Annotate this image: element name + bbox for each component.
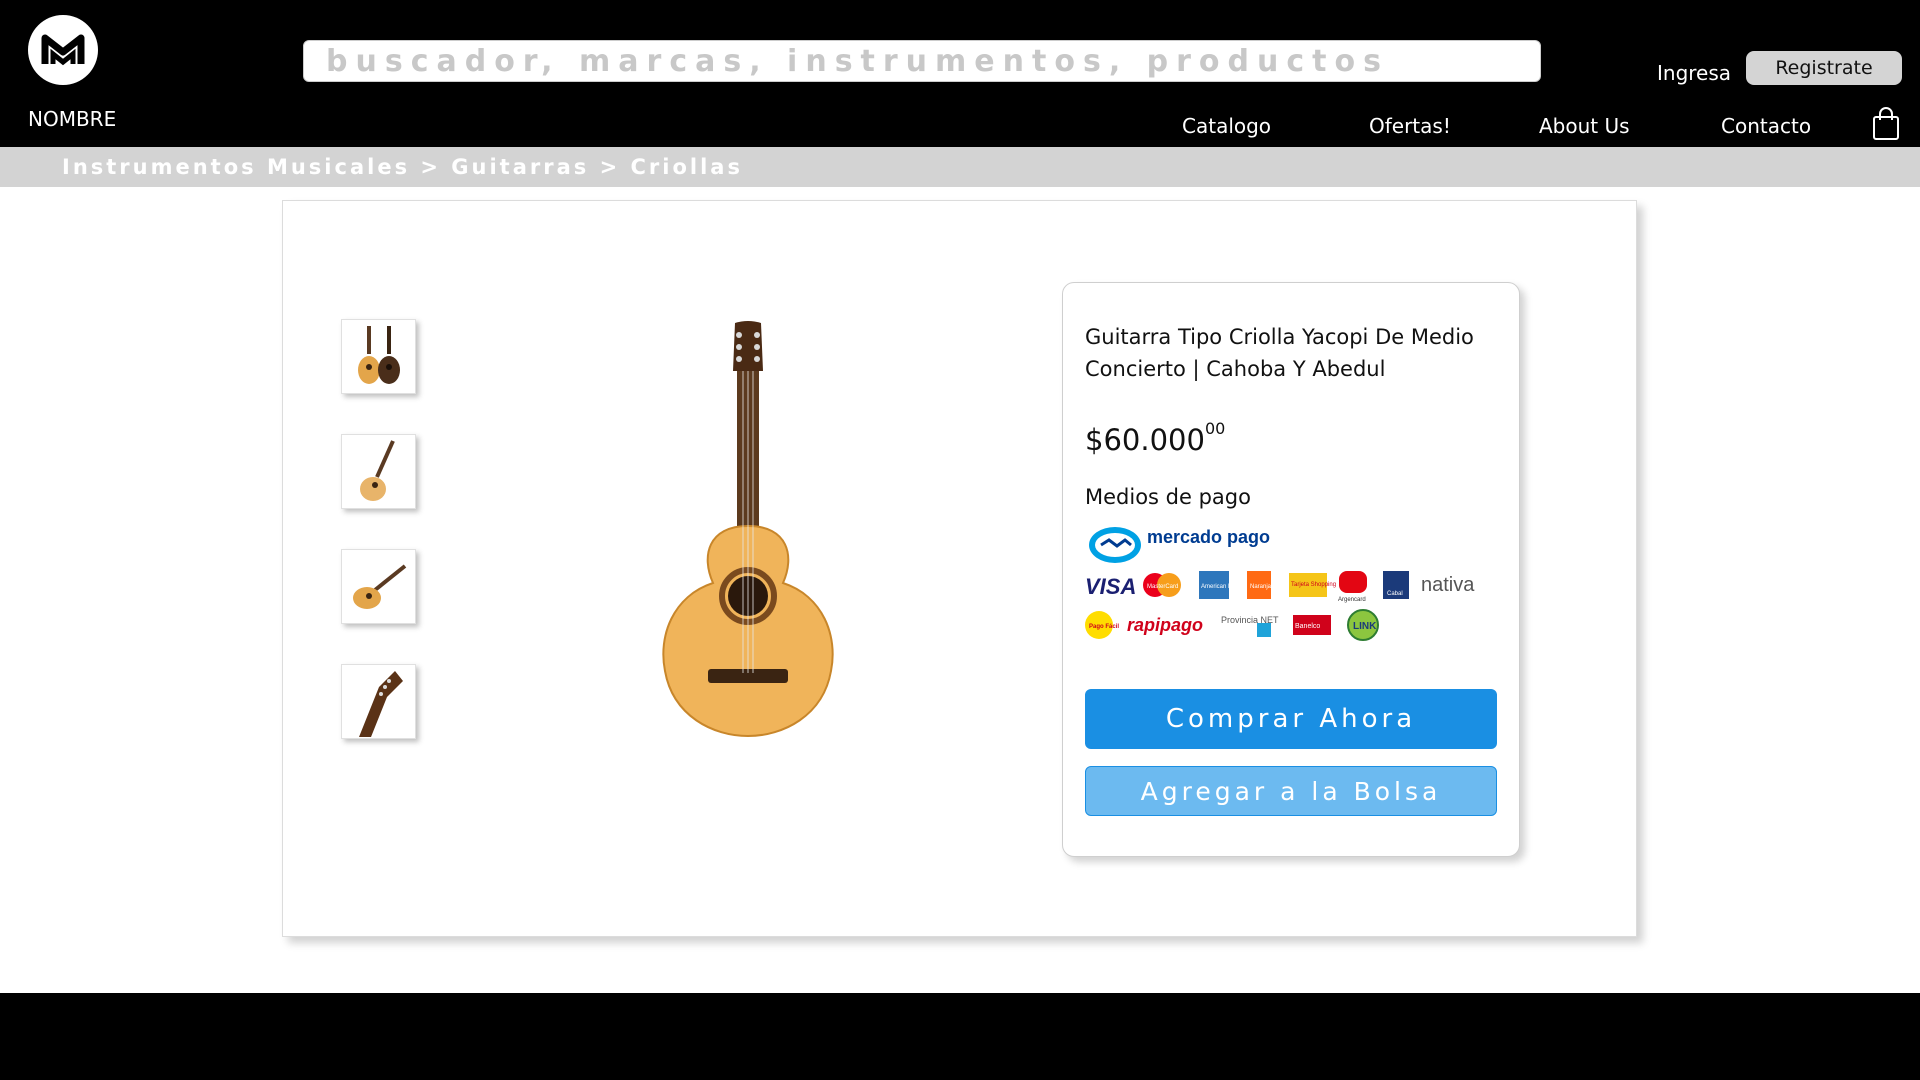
svg-text:MasterCard: MasterCard [1147,584,1178,590]
product-info-panel: Guitarra Tipo Criolla Yacopi De Medio Co… [1062,282,1520,857]
footer [0,993,1920,1080]
svg-text:nativa: nativa [1421,574,1475,596]
nav-about-us[interactable]: About Us [1539,114,1630,138]
svg-text:Tarjeta Shopping: Tarjeta Shopping [1291,582,1336,588]
guitar-side-image [352,563,406,609]
nav-contacto[interactable]: Contacto [1721,114,1811,138]
mastercard-logo: MasterCard [1143,573,1181,597]
breadcrumb: Instrumentos Musicales > Guitarras > Cri… [0,147,1920,187]
svg-text:Banelco: Banelco [1295,623,1320,630]
brand-logo[interactable] [28,15,98,85]
svg-text:Argencard: Argencard [1338,597,1366,603]
product-main-image [662,321,834,738]
search-input[interactable] [304,41,1540,81]
product-card: Guitarra Tipo Criolla Yacopi De Medio Co… [282,200,1637,937]
breadcrumb-text[interactable]: Instrumentos Musicales > Guitarras > Cri… [62,155,743,179]
cabal-logo: Cabal [1383,571,1409,599]
rapipago-logo: rapipago [1127,615,1203,635]
tarjeta-shopping-logo: Tarjeta Shopping [1289,573,1336,597]
banelco-logo: Banelco [1293,615,1331,635]
login-link[interactable]: Ingresa [1657,61,1731,85]
mercadopago-logo: mercado pago [1089,527,1270,563]
thumbnail-3[interactable] [341,549,416,624]
guitar-pair-image [357,325,400,384]
pagofacil-logo: Pago Fácil [1085,611,1119,639]
payment-methods-label: Medios de pago [1085,485,1251,509]
argencard-logo: Argencard [1338,571,1367,603]
svg-text:mercado pago: mercado pago [1147,527,1270,547]
naranja-logo: Naranja [1247,571,1272,599]
guitar-headstock-image [358,670,403,737]
shopping-bag-icon[interactable] [1872,107,1900,141]
top-header: NOMBRE Ingresa Registrate Catalogo Ofert… [0,0,1920,147]
payment-logos: mercado pago VISA MasterCard American Ex… [1085,527,1475,641]
svg-text:rapipago: rapipago [1127,615,1203,635]
svg-text:Naranja: Naranja [1250,584,1272,590]
buy-now-button[interactable]: Comprar Ahora [1085,689,1497,749]
thumbnail-1[interactable] [341,319,416,394]
link-logo: LINK [1347,609,1379,641]
guitar-angle-image [359,439,395,501]
thumbnail-4[interactable] [341,664,416,739]
svg-text:American Express: American Express [1201,584,1250,590]
search-bar[interactable] [303,40,1541,82]
price-main: $60.000 [1085,423,1205,457]
add-to-bag-button[interactable]: Agregar a la Bolsa [1085,766,1497,816]
svg-text:VISA: VISA [1085,574,1136,599]
svg-text:LINK: LINK [1353,621,1377,632]
svg-text:Cabal: Cabal [1387,591,1403,597]
thumbnail-2[interactable] [341,434,416,509]
product-title: Guitarra Tipo Criolla Yacopi De Medio Co… [1085,325,1474,381]
svg-text:Pago Fácil: Pago Fácil [1089,624,1119,630]
product-price: $60.00000 [1085,419,1225,457]
main-nav: Catalogo Ofertas! About Us Contacto [0,114,1920,140]
visa-logo: VISA [1085,574,1136,599]
m-logo-icon [41,34,85,66]
nav-catalogo[interactable]: Catalogo [1182,114,1271,138]
register-button[interactable]: Registrate [1746,51,1902,85]
provincia-net-logo: Provincia NET [1221,615,1279,637]
price-cents: 00 [1204,419,1226,438]
amex-logo: American Express [1199,571,1250,599]
nativa-logo: nativa [1421,574,1475,596]
nav-ofertas[interactable]: Ofertas! [1369,114,1451,138]
